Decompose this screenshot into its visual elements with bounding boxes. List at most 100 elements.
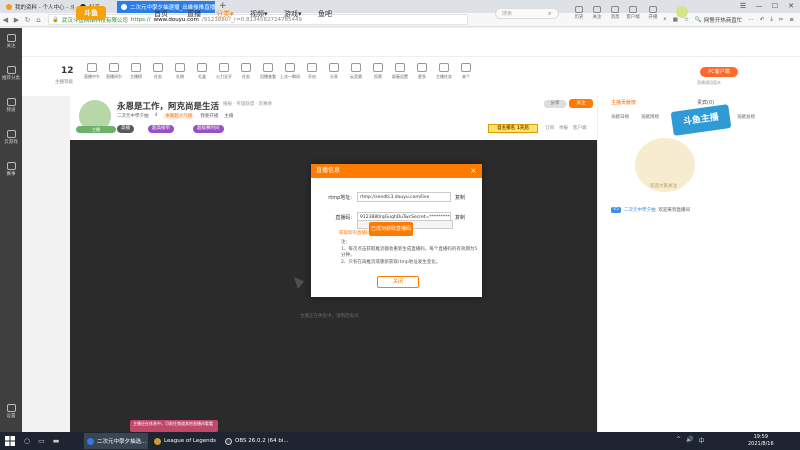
home-icon[interactable]: ⌂ — [33, 16, 44, 24]
star-icon[interactable]: ☆ — [684, 17, 689, 23]
toolbar-tool[interactable]: 更多 — [410, 63, 434, 80]
toolbar-tool[interactable]: 投票 — [366, 63, 390, 80]
rank-badge[interactable]: 自主排名 1天后 — [488, 124, 538, 133]
client-link[interactable]: 客户端 — [573, 125, 587, 131]
copy-rtmp-button[interactable]: 复制 — [455, 194, 465, 201]
sidebar-item-cloud-game[interactable]: 云游戏 — [0, 130, 22, 145]
sidebar-item-follow[interactable]: 关注 — [0, 34, 22, 49]
toolbar-tool[interactable]: 上次一瞬间 — [278, 63, 302, 80]
popularity-tag[interactable]: 本期超人气榜 — [163, 113, 195, 119]
toolbar-tool[interactable]: 来个 — [454, 63, 478, 80]
close-button[interactable]: 关闭 — [377, 276, 419, 288]
site-logo[interactable]: 斗鱼 — [76, 6, 106, 20]
toast-notification[interactable]: 主播还在休息中，可前往频道其他直播间看看 — [130, 420, 218, 432]
grid-icon[interactable]: ▦ — [673, 17, 678, 23]
search-icon[interactable]: ⌕ — [548, 10, 551, 18]
room-tag[interactable]: 高播 — [117, 125, 134, 133]
messages-button[interactable]: 消息 — [608, 6, 622, 20]
sidebar-item-channel[interactable]: 频道 — [0, 98, 22, 113]
menu-icon[interactable]: ≡ — [789, 17, 794, 23]
streamer-link[interactable]: 主播 — [224, 113, 233, 119]
toolbar-tool[interactable]: 屏蔽设置 — [388, 63, 412, 80]
nav-live[interactable]: 直播 — [187, 9, 201, 19]
room-tag[interactable]: 超级赛时间 — [193, 125, 224, 133]
toolbar-tool[interactable]: 主播榜 — [124, 63, 148, 80]
sidebar-item-recommend[interactable]: 推荐分类 — [0, 66, 22, 81]
reload-icon[interactable]: ↻ — [22, 16, 33, 24]
browser-tab[interactable]: 我的资料 - 个人中心 - 斗鱼 — [2, 1, 74, 13]
download-icon[interactable]: ⤓ — [770, 16, 772, 23]
taskbar-app-browser[interactable]: 二次元中學夕抽选... — [84, 433, 148, 449]
tab-total-rank[interactable]: 贡献总榜 — [737, 114, 755, 120]
task-view-icon[interactable]: ▭ — [38, 437, 45, 445]
avatar[interactable] — [676, 6, 688, 18]
toolbar-tool[interactable]: 礼盒 — [190, 63, 214, 80]
client-button[interactable]: 客户端 — [626, 6, 640, 20]
pc-client-subtitle: 直播通用版本 — [697, 80, 721, 85]
maximize-button[interactable]: ☐ — [767, 0, 783, 13]
rtmp-url-field[interactable]: rtmp://sendtc3.douyu.com/live — [357, 192, 451, 202]
streamer-name[interactable]: 二次元中學夕抽 — [117, 113, 149, 119]
toolbar-tool[interactable]: 云竞猜 — [344, 63, 368, 80]
back-icon[interactable]: ◀ — [0, 16, 11, 24]
ime-indicator[interactable]: 中 — [699, 436, 705, 445]
tab-daily-rank[interactable]: 贡献日榜 — [611, 114, 629, 120]
chat-nickname[interactable]: 二次元中學夕抽 — [624, 207, 656, 213]
copy-stream-key-button[interactable]: 复制 — [455, 214, 465, 221]
toolbar-tool[interactable]: 开启 — [300, 63, 324, 80]
new-key-link[interactable]: 获取新的直播码，请点击「了解」 — [339, 230, 407, 236]
toolbar-tool[interactable]: 任务 — [146, 63, 170, 80]
nav-category[interactable]: 分类▾ — [216, 9, 234, 19]
tab-contribution[interactable]: 主播贡献榜 — [611, 99, 636, 106]
tool-icon — [175, 63, 185, 72]
volume-icon[interactable]: 🔊 — [686, 436, 693, 445]
toolbar-tool[interactable]: 任务 — [234, 63, 258, 80]
share-button[interactable]: 分享 — [544, 100, 566, 108]
start-live-button[interactable]: 开播 — [646, 6, 660, 20]
tool-icon — [439, 63, 449, 72]
follow-button[interactable]: 关注 — [569, 99, 593, 108]
lightning-icon[interactable]: ⚡ — [663, 17, 667, 23]
forward-icon[interactable]: ▶ — [11, 16, 22, 24]
toolbar-tool[interactable]: 火力全开 — [212, 63, 236, 80]
toolbar-tool[interactable]: 直播间乍 — [102, 63, 126, 80]
taskbar-app-league[interactable]: League of Legends — [151, 433, 221, 449]
extensions-icon[interactable]: ⋯ — [748, 17, 754, 23]
report-link[interactable]: 举报 — [559, 125, 568, 131]
sidebar-item-settings[interactable]: 设置 — [0, 404, 22, 419]
sidebar-item-esports[interactable]: 赛事 — [0, 162, 22, 177]
nav-yuba[interactable]: 鱼吧 — [318, 9, 332, 19]
toolbar-tool[interactable]: 主播任务 — [432, 63, 456, 80]
nav-home[interactable]: 首页 — [154, 9, 168, 19]
tab-vip[interactable]: 贵宾(0) — [697, 99, 714, 106]
subscribe-link[interactable]: 订阅 — [545, 125, 554, 131]
pc-client-button[interactable]: PC客户端 — [700, 67, 738, 77]
close-icon[interactable]: × — [470, 165, 477, 177]
nav-video[interactable]: 视频▾ — [250, 9, 268, 19]
toolbar-tool[interactable]: 直播中乍 — [80, 63, 104, 80]
menu-button[interactable]: ☰ — [735, 0, 751, 13]
room-category[interactable]: 播报 · 英雄联盟 · 新赛季 — [223, 101, 272, 107]
follow-button[interactable]: 关注 — [590, 6, 604, 20]
minimize-button[interactable]: — — [751, 0, 767, 13]
taskbar-app-obs[interactable]: OBS 26.0.2 (64 bi... — [222, 433, 289, 449]
room-tag[interactable]: 超高榜单 — [148, 125, 174, 133]
tab-weekly-rank[interactable]: 贡献周榜 — [641, 114, 659, 120]
search-suggestion[interactable]: 🔍 网警开热商直忙 — [695, 16, 742, 24]
toolbar-tool[interactable]: 分享 — [322, 63, 346, 80]
nav-game[interactable]: 游戏▾ — [284, 9, 302, 19]
start-live-link[interactable]: 我要开播 — [200, 113, 218, 119]
undo-icon[interactable]: ↶ — [760, 17, 765, 23]
search-icon[interactable]: ○ — [24, 437, 30, 445]
tool-icon — [197, 63, 207, 72]
windows-start-icon[interactable] — [5, 436, 15, 446]
history-button[interactable]: 历史 — [572, 6, 586, 20]
tool-icon — [241, 63, 251, 72]
toolbar-tool[interactable]: 礼物 — [168, 63, 192, 80]
taskbar-clock[interactable]: 19:59 2021/8/16 — [748, 434, 774, 447]
explorer-icon[interactable]: ▬ — [53, 437, 60, 445]
tray-expand-icon[interactable]: ^ — [676, 436, 681, 445]
toolbar-tool[interactable]: 回播查看 — [256, 63, 280, 80]
close-window-button[interactable]: ✕ — [783, 0, 799, 13]
cut-icon[interactable]: ✂ — [779, 17, 784, 23]
